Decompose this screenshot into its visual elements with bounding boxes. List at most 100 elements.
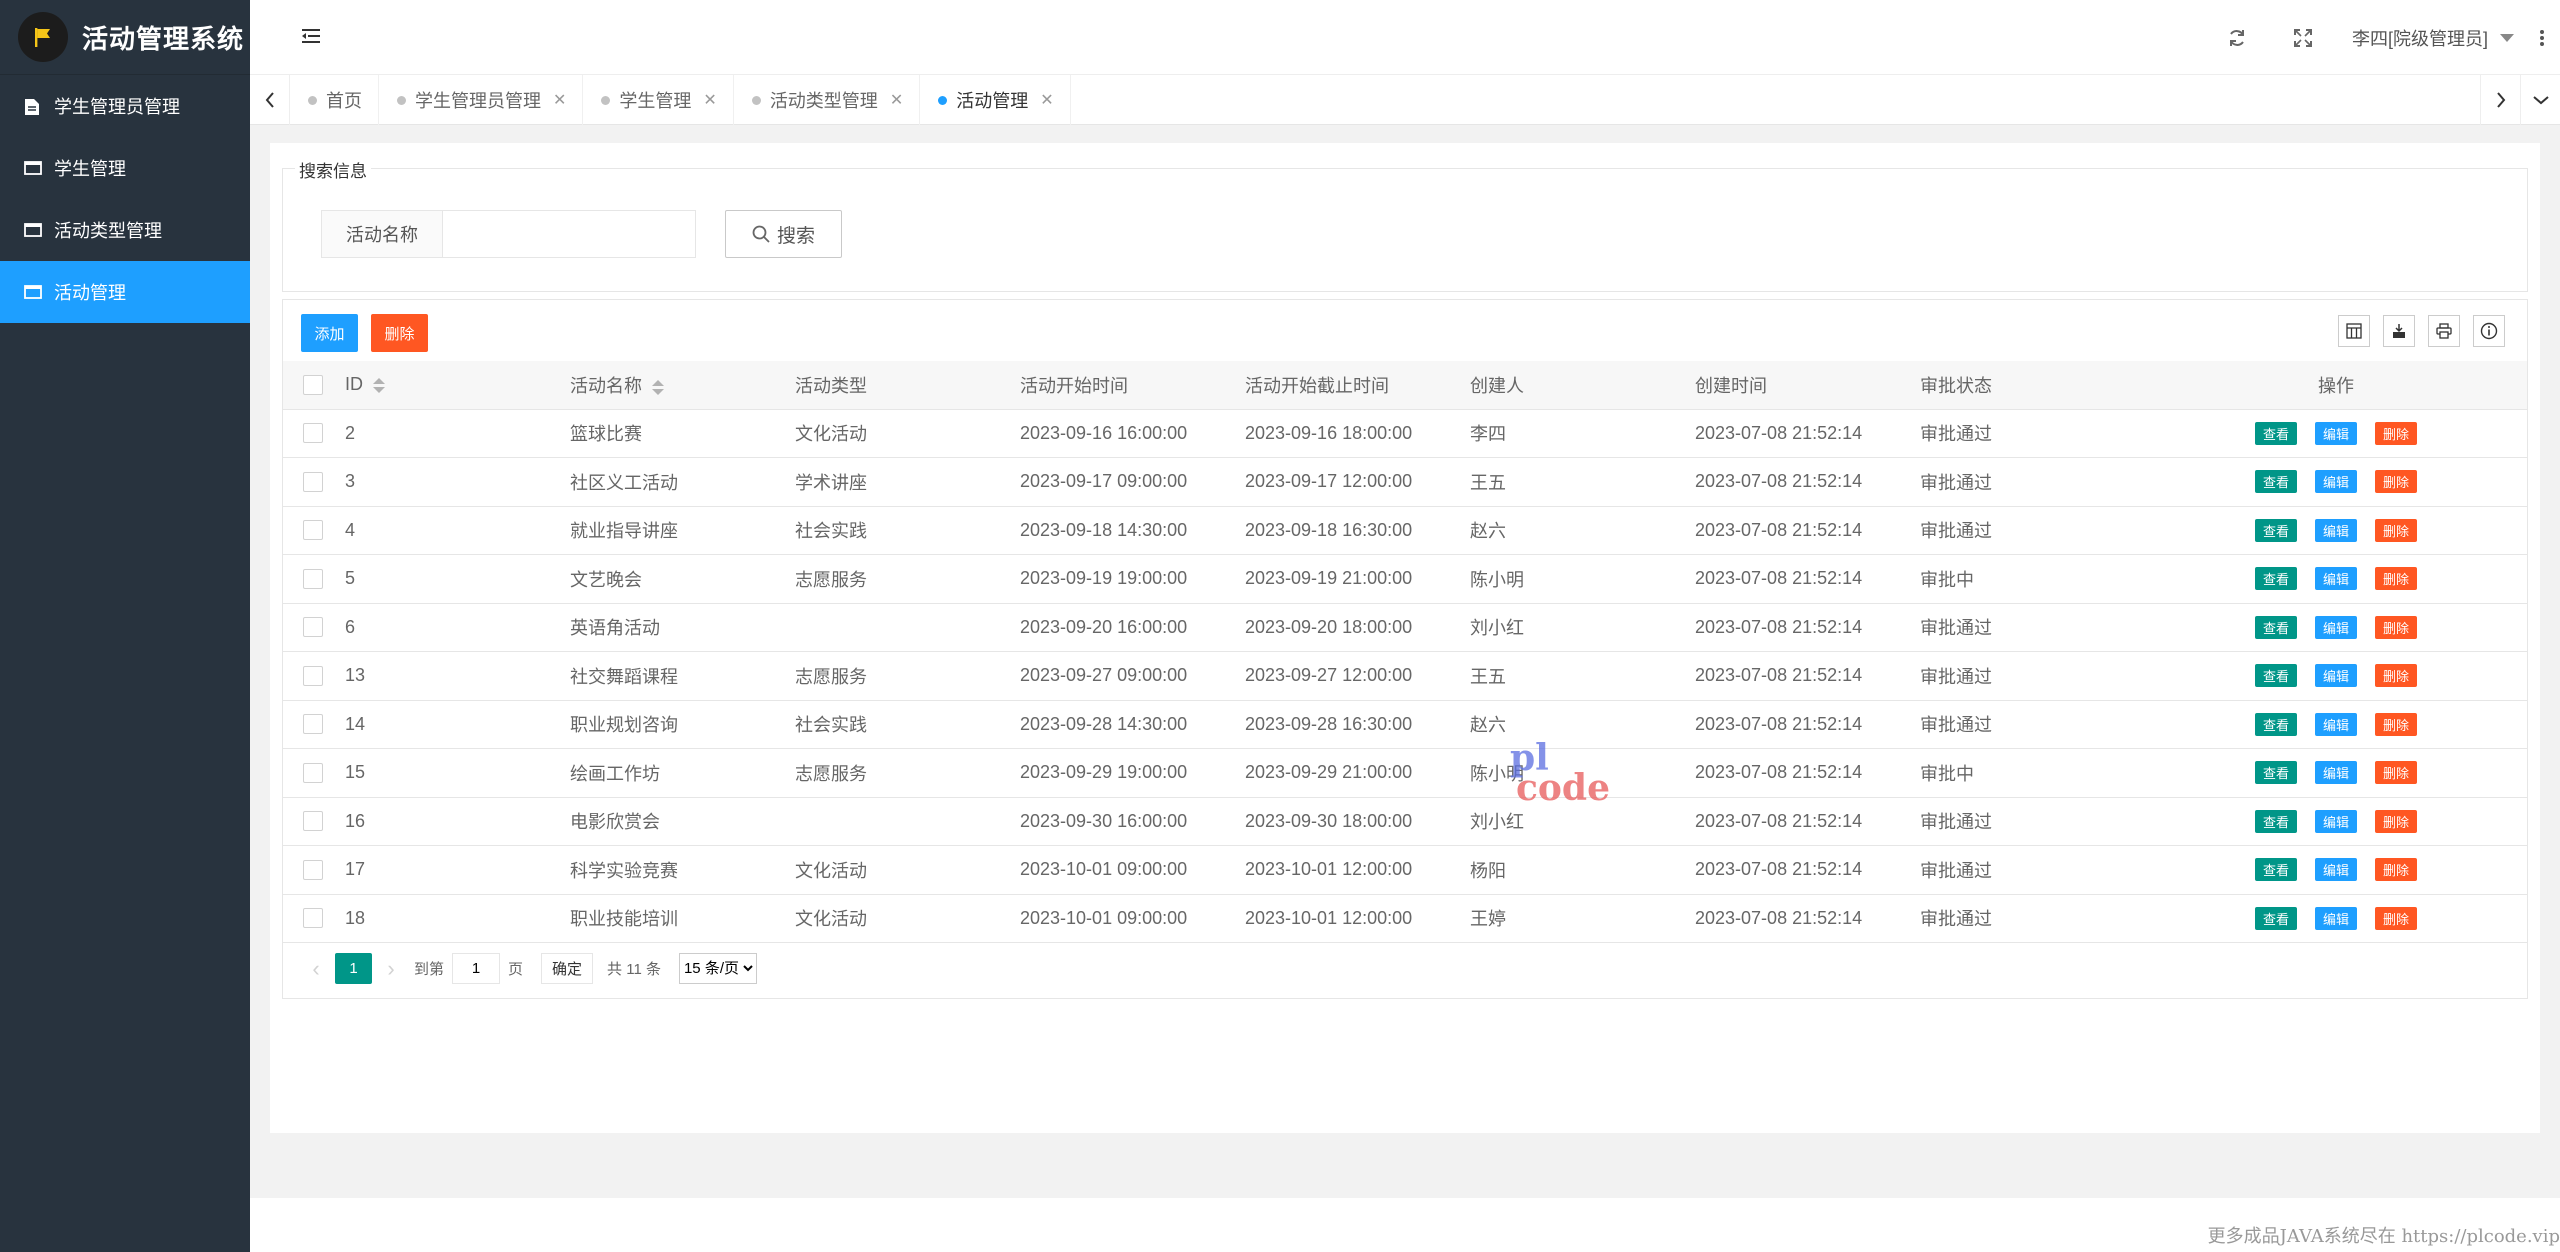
row-checkbox[interactable] [303,908,323,929]
select-all-checkbox[interactable] [303,374,323,395]
watermark-line2: code [1516,767,1611,809]
table-row: 2 篮球比赛 文化活动 2023-09-16 16:00:00 2023-09-16 1… [283,409,2527,458]
view-button[interactable]: 查看 [2255,712,2297,736]
view-button[interactable]: 查看 [2255,470,2297,494]
row-checkbox[interactable] [303,423,323,444]
table-cell: 2023-09-18 14:30:00 [1020,506,1245,555]
delete-button[interactable]: 删除 [2375,615,2417,639]
view-button[interactable]: 查看 [2255,809,2297,833]
columns-filter-icon[interactable] [2338,315,2370,347]
row-checkbox[interactable] [303,859,323,880]
activity-table: ID 活动名称 活动类型 活动开始时间 活动开始截止时间 创建人 创建时间 审批… [283,361,2527,943]
page-size-select[interactable]: 15 条/页 [678,953,757,984]
edit-button[interactable]: 编辑 [2315,518,2357,542]
view-button[interactable]: 查看 [2255,567,2297,591]
edit-button[interactable]: 编辑 [2315,761,2357,785]
tab-3[interactable]: 活动类型管理 ✕ [734,75,921,125]
edit-button[interactable]: 编辑 [2315,809,2357,833]
row-checkbox[interactable] [303,617,323,638]
sort-icon[interactable] [373,378,385,393]
delete-button[interactable]: 删除 [2375,906,2417,930]
page-1-button[interactable]: 1 [335,953,372,984]
table-cell: 2023-09-28 16:30:00 [1245,700,1470,749]
edit-button[interactable]: 编辑 [2315,470,2357,494]
view-button[interactable]: 查看 [2255,761,2297,785]
table-cell: 李四 [1470,409,1695,458]
table-cell: 社会实践 [795,700,1020,749]
sidebar-item-student-admin[interactable]: 学生管理员管理 [0,75,250,137]
add-button[interactable]: 添加 [301,314,358,352]
table-cell: 学术讲座 [795,457,1020,507]
next-page-icon[interactable]: › [376,956,406,982]
tabs-dropdown-icon[interactable] [2520,75,2560,125]
row-checkbox[interactable] [303,811,323,832]
delete-button[interactable]: 删除 [2375,664,2417,688]
tab-4[interactable]: 活动管理 ✕ [920,75,1071,125]
close-icon[interactable]: ✕ [553,90,566,110]
sidebar-item-students[interactable]: 学生管理 [0,137,250,199]
view-button[interactable]: 查看 [2255,858,2297,882]
tab-1[interactable]: 学生管理员管理 ✕ [379,75,584,125]
activity-name-input[interactable] [443,211,695,257]
fullscreen-icon[interactable] [2270,0,2336,75]
edit-button[interactable]: 编辑 [2315,421,2357,445]
view-button[interactable]: 查看 [2255,421,2297,445]
delete-button[interactable]: 删除 [2375,761,2417,785]
close-icon[interactable]: ✕ [890,90,903,110]
search-button[interactable]: 搜索 [725,210,842,258]
app-logo: 活动管理系统 [0,0,250,75]
refresh-icon[interactable] [2204,0,2270,75]
delete-button[interactable]: 删除 [2375,518,2417,542]
delete-button[interactable]: 删除 [2375,567,2417,591]
view-button[interactable]: 查看 [2255,664,2297,688]
column-header-id[interactable]: ID [345,361,570,410]
row-checkbox[interactable] [303,665,323,686]
edit-button[interactable]: 编辑 [2315,858,2357,882]
sort-icon[interactable] [652,379,664,395]
row-checkbox[interactable] [303,568,323,589]
view-button[interactable]: 查看 [2255,615,2297,639]
table-cell: 王婷 [1470,894,1695,943]
sidebar-item-activity-types[interactable]: 活动类型管理 [0,199,250,261]
tab-0[interactable]: 首页 [290,75,379,125]
row-checkbox[interactable] [303,714,323,735]
row-checkbox[interactable] [303,520,323,541]
batch-delete-button[interactable]: 删除 [371,314,428,352]
goto-confirm-button[interactable]: 确定 [541,953,594,984]
more-vertical-icon[interactable] [2524,0,2560,75]
window-icon [24,284,42,300]
close-icon[interactable]: ✕ [703,90,716,110]
tabs-next-icon[interactable] [2480,75,2520,125]
prev-page-icon[interactable]: ‹ [301,956,331,982]
tab-2[interactable]: 学生管理 ✕ [583,75,734,125]
menu-fold-icon[interactable] [302,27,324,47]
edit-button[interactable]: 编辑 [2315,567,2357,591]
tabs-prev-icon[interactable] [250,75,290,125]
delete-button[interactable]: 删除 [2375,712,2417,736]
table-cell: 15 [345,748,570,798]
edit-button[interactable]: 编辑 [2315,615,2357,639]
print-icon[interactable] [2428,315,2460,347]
close-icon[interactable]: ✕ [1040,90,1053,110]
edit-button[interactable]: 编辑 [2315,712,2357,736]
table-cell: 2023-07-08 21:52:14 [1695,651,1920,701]
table-cell: 2023-09-19 21:00:00 [1245,554,1470,604]
column-header-name[interactable]: 活动名称 [570,361,795,410]
view-button[interactable]: 查看 [2255,906,2297,930]
view-button[interactable]: 查看 [2255,518,2297,542]
user-menu[interactable]: 李四[院级管理员] [2336,25,2524,51]
delete-button[interactable]: 删除 [2375,470,2417,494]
row-checkbox[interactable] [303,471,323,492]
column-header-label: 活动名称 [570,375,642,396]
table-cell: 文化活动 [795,845,1020,895]
row-checkbox[interactable] [303,762,323,783]
delete-button[interactable]: 删除 [2375,421,2417,445]
export-icon[interactable] [2383,315,2415,347]
edit-button[interactable]: 编辑 [2315,664,2357,688]
sidebar-item-activities[interactable]: 活动管理 [0,261,250,323]
delete-button[interactable]: 删除 [2375,809,2417,833]
info-icon[interactable] [2473,315,2505,347]
goto-page-input[interactable] [452,953,501,984]
delete-button[interactable]: 删除 [2375,858,2417,882]
edit-button[interactable]: 编辑 [2315,906,2357,930]
